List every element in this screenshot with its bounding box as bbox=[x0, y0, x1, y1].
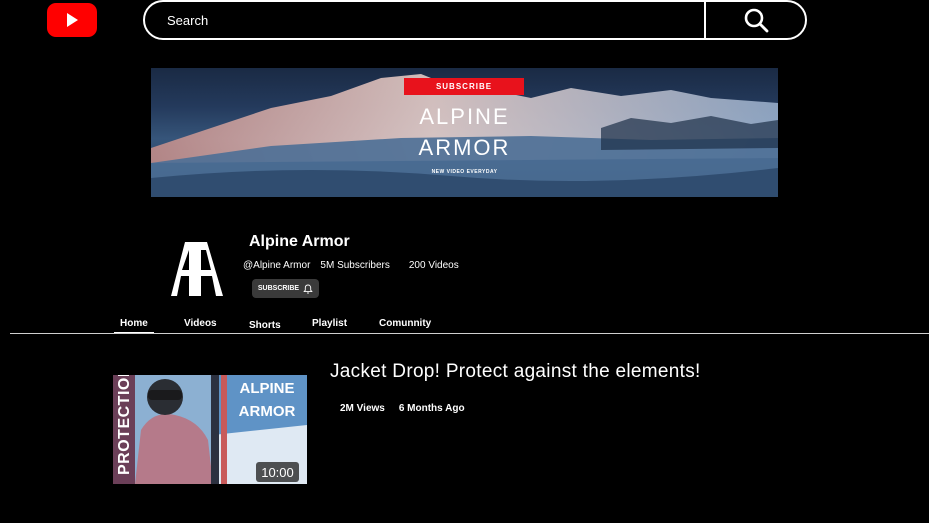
subscribe-label: SUBSCRIBE bbox=[257, 285, 300, 292]
video-age: 6 Months Ago bbox=[398, 403, 465, 414]
channel-handle: @Alpine Armor bbox=[243, 260, 311, 271]
channel-banner: SUBSCRIBE ALPINE ARMOR NEW VIDEO EVERYDA… bbox=[151, 68, 778, 197]
tab-playlist[interactable]: Playlist bbox=[312, 318, 347, 329]
banner-title-line2: ARMOR bbox=[418, 135, 511, 160]
channel-name: Alpine Armor bbox=[249, 233, 350, 250]
play-icon bbox=[67, 13, 78, 27]
alpine-armor-logo bbox=[171, 242, 223, 296]
video-meta: 2M Views 6 Months Ago bbox=[340, 403, 465, 414]
tab-shorts[interactable]: Shorts bbox=[249, 320, 281, 331]
channel-avatar[interactable] bbox=[168, 236, 226, 298]
video-count: 200 Videos bbox=[408, 260, 459, 271]
channel-tabs: Home Videos Shorts Playlist Comunnity bbox=[0, 318, 929, 334]
bell-icon bbox=[303, 284, 313, 293]
youtube-logo[interactable] bbox=[47, 3, 97, 37]
subscribe-button[interactable]: SUBSCRIBE bbox=[252, 279, 319, 298]
thumbnail-title-line1: ALPINE bbox=[239, 380, 295, 397]
tab-videos[interactable]: Videos bbox=[184, 318, 217, 329]
search-input[interactable] bbox=[145, 2, 704, 38]
tabs-divider bbox=[10, 333, 929, 334]
video-thumbnail[interactable]: PROTECTION ALPINE ARMOR 10:00 bbox=[113, 375, 307, 484]
thumbnail-side-text: PROTECTION bbox=[116, 375, 133, 475]
search-icon bbox=[744, 8, 768, 33]
thumbnail-title-line2: ARMOR bbox=[238, 403, 296, 420]
banner-subscribe-badge: SUBSCRIBE bbox=[404, 78, 524, 95]
search-button[interactable] bbox=[704, 2, 805, 38]
tab-home[interactable]: Home bbox=[114, 318, 154, 333]
channel-meta: @Alpine Armor 5M Subscribers 200 Videos bbox=[243, 260, 459, 271]
tab-community[interactable]: Comunnity bbox=[379, 318, 431, 329]
subscriber-count: 5M Subscribers bbox=[320, 260, 390, 271]
video-views: 2M Views bbox=[340, 403, 385, 414]
search-bar bbox=[143, 0, 807, 40]
banner-tagline: NEW VIDEO EVERYDAY bbox=[431, 169, 498, 175]
banner-title-line1: ALPINE bbox=[419, 104, 510, 129]
video-title[interactable]: Jacket Drop! Protect against the element… bbox=[330, 361, 701, 383]
video-duration: 10:00 bbox=[256, 462, 299, 482]
